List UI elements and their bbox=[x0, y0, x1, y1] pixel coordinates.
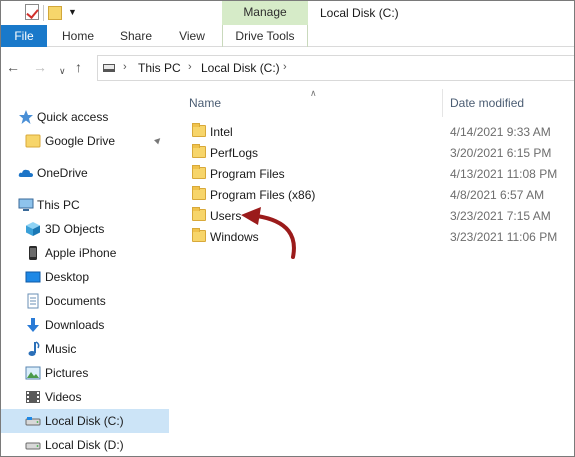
quick-access-separator bbox=[43, 5, 44, 21]
breadcrumb-chevron-icon[interactable]: › bbox=[283, 61, 287, 73]
sidebar-item-label: 3D Objects bbox=[45, 222, 105, 236]
tab-home[interactable]: Home bbox=[58, 25, 98, 47]
sidebar-item-label: Videos bbox=[45, 390, 82, 404]
sidebar-item-this-pc[interactable]: This PC bbox=[1, 193, 169, 217]
new-folder-icon[interactable] bbox=[48, 6, 62, 20]
sidebar-item-label: Desktop bbox=[45, 270, 90, 284]
table-row[interactable]: Intel 4/14/2021 9:33 AM bbox=[177, 121, 574, 142]
sidebar-item-3d-objects[interactable]: 3D Objects bbox=[1, 217, 169, 241]
file-date: 4/13/2021 11:08 PM bbox=[450, 167, 558, 181]
sidebar-item-documents[interactable]: Documents bbox=[1, 289, 169, 313]
window-title: Local Disk (C:) bbox=[320, 6, 399, 20]
sidebar-item-label: Music bbox=[45, 342, 77, 356]
sidebar-item-google-drive[interactable]: Google Drive ▲ bbox=[1, 129, 169, 153]
computer-icon bbox=[18, 198, 34, 211]
sidebar-item-label: Documents bbox=[45, 294, 106, 308]
folder-icon bbox=[192, 186, 206, 200]
sidebar-item-label: Pictures bbox=[45, 366, 89, 380]
folder-icon bbox=[192, 207, 206, 221]
file-explorer-window: ▼ Manage Local Disk (C:) File Home Share… bbox=[0, 0, 575, 457]
folder-icon bbox=[192, 165, 206, 179]
address-bar[interactable]: › This PC › Local Disk (C:) › bbox=[97, 55, 574, 81]
column-header-date-modified[interactable]: Date modified bbox=[450, 96, 524, 110]
sidebar-item-pictures[interactable]: Pictures bbox=[1, 361, 169, 385]
picture-icon bbox=[25, 366, 41, 380]
sidebar-item-label: Google Drive bbox=[45, 134, 116, 148]
table-row[interactable]: PerfLogs 3/20/2021 6:15 PM bbox=[177, 142, 574, 163]
desktop-icon bbox=[25, 271, 41, 283]
properties-icon[interactable] bbox=[25, 4, 39, 20]
breadcrumb-chevron-icon[interactable]: › bbox=[123, 61, 127, 73]
file-name: PerfLogs bbox=[210, 146, 259, 160]
title-bar: ▼ Manage Local Disk (C:) bbox=[1, 1, 574, 25]
pin-icon[interactable]: ▲ bbox=[151, 133, 166, 148]
video-icon bbox=[26, 391, 40, 403]
star-icon bbox=[19, 110, 33, 124]
cube-icon bbox=[26, 222, 40, 236]
sidebar-item-label: This PC bbox=[37, 198, 80, 212]
sidebar-item-apple-iphone[interactable]: Apple iPhone bbox=[1, 241, 169, 265]
file-date: 4/8/2021 6:57 AM bbox=[450, 188, 545, 202]
folder-icon bbox=[25, 134, 41, 148]
file-date: 3/23/2021 11:06 PM bbox=[450, 230, 558, 244]
tab-view[interactable]: View bbox=[174, 25, 210, 47]
sidebar-item-label: Downloads bbox=[45, 318, 105, 332]
file-list: ∧ Name Date modified Intel 4/14/2021 9:3… bbox=[177, 85, 574, 456]
sidebar-item-downloads[interactable]: Downloads bbox=[1, 313, 169, 337]
tab-file[interactable]: File bbox=[1, 25, 47, 47]
column-header-name[interactable]: Name bbox=[189, 96, 221, 110]
sidebar-item-quick-access[interactable]: Quick access bbox=[1, 105, 169, 129]
forward-arrow-icon[interactable]: → bbox=[33, 58, 47, 76]
breadcrumb-this-pc[interactable]: This PC bbox=[138, 61, 181, 75]
sidebar-item-label: Apple iPhone bbox=[45, 246, 117, 260]
document-icon bbox=[27, 293, 39, 309]
sidebar-item-label: OneDrive bbox=[37, 166, 88, 180]
file-name: Intel bbox=[210, 125, 233, 139]
file-date: 3/23/2021 7:15 AM bbox=[450, 209, 551, 223]
ribbon-tabs: File Home Share View Drive Tools bbox=[1, 25, 574, 47]
sidebar-item-label: Quick access bbox=[37, 110, 109, 124]
sidebar-item-label: Local Disk (C:) bbox=[45, 414, 124, 428]
breadcrumb-chevron-icon[interactable]: › bbox=[188, 61, 192, 73]
sidebar-item-music[interactable]: Music bbox=[1, 337, 169, 361]
annotation-arrow-icon bbox=[241, 207, 296, 259]
recent-locations-chevron-icon[interactable]: ∨ bbox=[59, 62, 66, 80]
table-row[interactable]: Program Files 4/13/2021 11:08 PM bbox=[177, 163, 574, 184]
file-date: 3/20/2021 6:15 PM bbox=[450, 146, 552, 160]
drive-icon bbox=[25, 442, 41, 450]
folder-icon bbox=[192, 144, 206, 158]
manage-group-label: Manage bbox=[243, 5, 287, 19]
navigation-pane: Quick access Google Drive ▲ OneDrive Thi… bbox=[1, 99, 169, 456]
phone-icon bbox=[29, 246, 37, 260]
tab-drive-tools[interactable]: Drive Tools bbox=[222, 25, 308, 47]
folder-icon bbox=[192, 123, 206, 137]
sidebar-item-local-disk-c[interactable]: Local Disk (C:) bbox=[1, 409, 169, 433]
up-arrow-icon[interactable]: ↑ bbox=[75, 58, 82, 76]
this-pc-icon bbox=[103, 64, 115, 72]
drive-icon bbox=[25, 417, 41, 426]
file-name: Program Files bbox=[210, 167, 285, 181]
breadcrumb-local-disk-c[interactable]: Local Disk (C:) bbox=[201, 61, 280, 75]
back-arrow-icon[interactable]: ← bbox=[6, 58, 20, 76]
sort-ascending-icon: ∧ bbox=[310, 88, 317, 98]
customize-toolbar-dropdown-icon[interactable]: ▼ bbox=[68, 7, 78, 25]
sidebar-item-desktop[interactable]: Desktop bbox=[1, 265, 169, 289]
navigation-row: ← → ∨ ↑ › This PC › Local Disk (C:) › bbox=[1, 48, 574, 88]
file-date: 4/14/2021 9:33 AM bbox=[450, 125, 551, 139]
sidebar-item-onedrive[interactable]: OneDrive bbox=[1, 161, 169, 185]
column-divider[interactable] bbox=[442, 89, 443, 117]
cloud-icon bbox=[18, 169, 33, 177]
download-icon bbox=[27, 318, 39, 332]
folder-icon bbox=[192, 228, 206, 242]
sidebar-item-local-disk-d[interactable]: Local Disk (D:) bbox=[1, 433, 169, 456]
tab-share[interactable]: Share bbox=[115, 25, 157, 47]
sidebar-item-label: Local Disk (D:) bbox=[45, 438, 124, 452]
music-icon bbox=[28, 341, 40, 356]
sidebar-item-videos[interactable]: Videos bbox=[1, 385, 169, 409]
